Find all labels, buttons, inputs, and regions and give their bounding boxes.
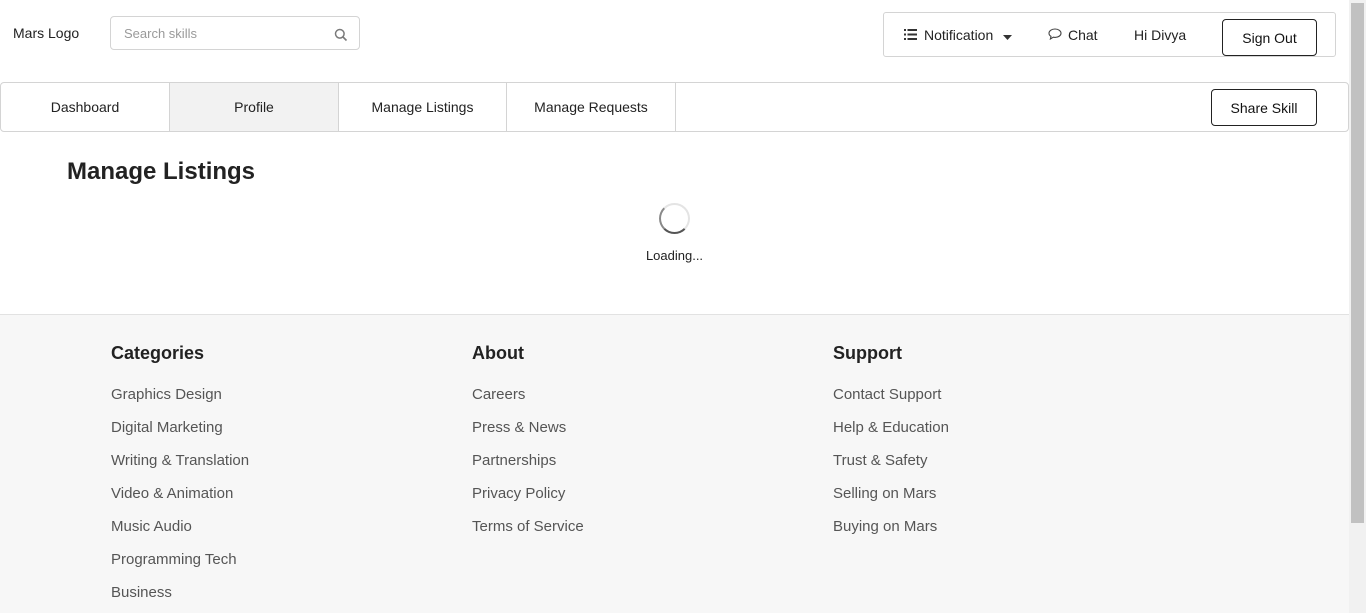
search-input[interactable] [111,17,321,49]
footer-heading: Categories [111,343,205,363]
sign-out-button[interactable]: Sign Out [1222,19,1317,56]
loading-spinner [659,203,690,234]
chat-bubble-icon [1048,27,1068,43]
search-icon[interactable] [334,28,348,42]
top-menu: Notification Chat Hi Divya Sign Out [883,12,1336,57]
footer-column-about: About Careers Press & News Partnerships … [472,343,584,550]
caret-down-icon [1003,27,1019,43]
footer-link[interactable]: Contact Support [833,385,949,418]
logo[interactable]: Mars Logo [13,25,79,41]
footer-heading: Support [833,343,902,363]
tab-manage-requests[interactable]: Manage Requests [507,83,676,131]
chat-link[interactable]: Chat [1048,13,1098,56]
footer-link[interactable]: Music Audio [111,517,249,550]
footer-column-categories: Categories Graphics Design Digital Marke… [111,343,249,613]
footer-link[interactable]: Trust & Safety [833,451,949,484]
tab-profile[interactable]: Profile [170,83,339,131]
footer-link[interactable]: Writing & Translation [111,451,249,484]
footer-link[interactable]: Selling on Mars [833,484,949,517]
footer-link[interactable]: Digital Marketing [111,418,249,451]
footer-link[interactable]: Terms of Service [472,517,584,550]
notification-dropdown[interactable]: Notification [904,13,1019,56]
search-bar [110,16,360,50]
footer-heading: About [472,343,524,363]
footer-link[interactable]: Programming Tech [111,550,249,583]
loading-text: Loading... [645,248,704,263]
vertical-scrollbar[interactable] [1349,0,1366,613]
footer-link[interactable]: Privacy Policy [472,484,584,517]
scrollbar-thumb[interactable] [1351,3,1364,523]
footer-link[interactable]: Graphics Design [111,385,249,418]
footer-link[interactable]: Business [111,583,249,613]
list-icon [904,27,924,43]
chat-label: Chat [1068,26,1098,43]
footer-link[interactable]: Help & Education [833,418,949,451]
tab-bar: Dashboard Profile Manage Listings Manage… [0,82,1349,132]
footer-column-support: Support Contact Support Help & Education… [833,343,949,550]
user-greeting[interactable]: Hi Divya [1134,13,1186,56]
footer-link[interactable]: Video & Animation [111,484,249,517]
page-title: Manage Listings [67,158,256,185]
tab-manage-listings[interactable]: Manage Listings [339,83,507,131]
footer-link[interactable]: Buying on Mars [833,517,949,550]
share-skill-button[interactable]: Share Skill [1211,89,1317,126]
footer-link[interactable]: Partnerships [472,451,584,484]
notification-label: Notification [924,26,994,43]
tab-dashboard[interactable]: Dashboard [1,83,170,131]
footer-link[interactable]: Press & News [472,418,584,451]
footer-link[interactable]: Careers [472,385,584,418]
footer: Categories Graphics Design Digital Marke… [0,314,1349,613]
